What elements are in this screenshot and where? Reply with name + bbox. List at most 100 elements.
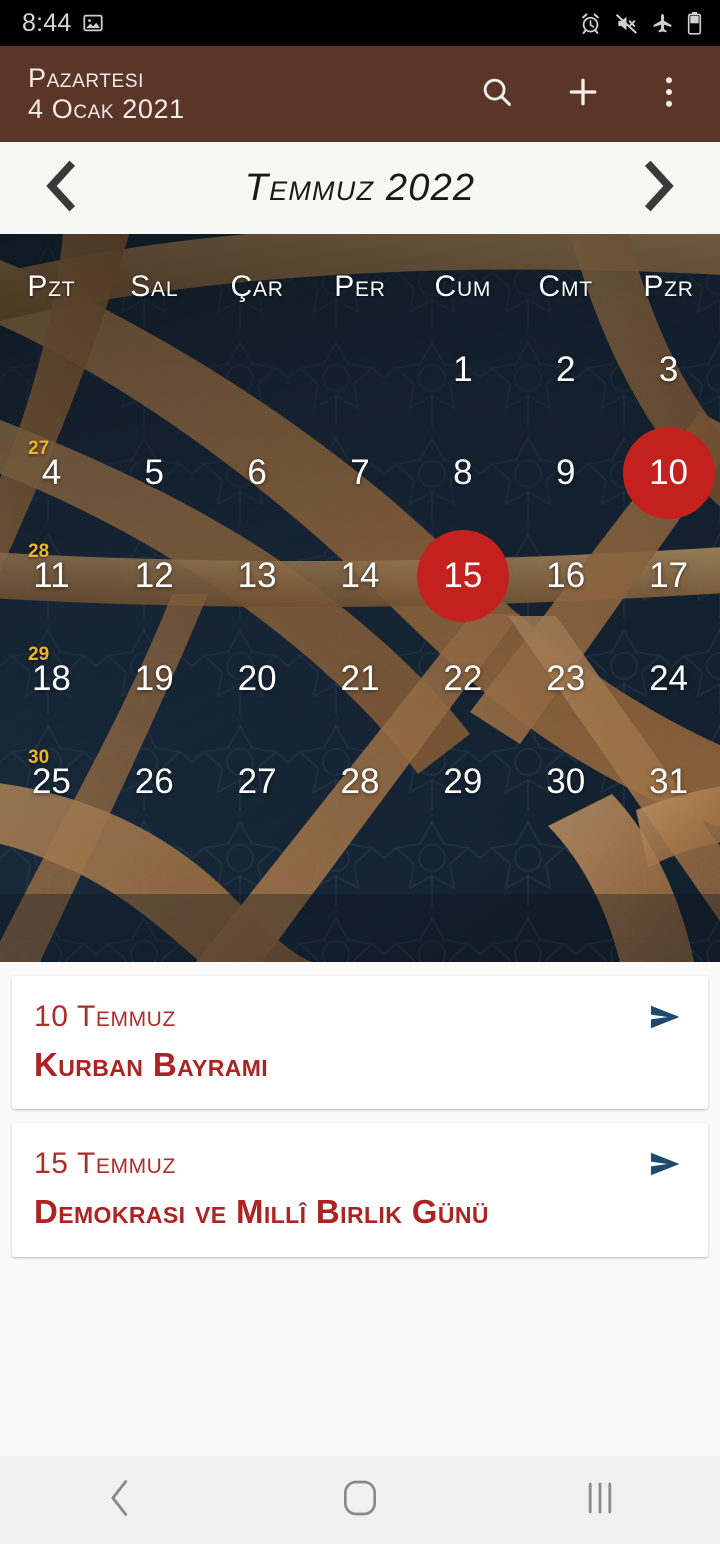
calendar-day-cell[interactable]: 5 xyxy=(103,421,206,524)
calendar-day-cell[interactable]: 24 xyxy=(617,627,720,730)
calendar-day-cell-empty xyxy=(309,318,412,421)
dow-pzt: Pzt xyxy=(27,270,76,303)
calendar-day-cell[interactable]: 27 xyxy=(206,730,309,833)
overflow-menu-button[interactable] xyxy=(646,71,692,117)
calendar-day-cell[interactable]: 27 4 xyxy=(0,421,103,524)
calendar-day-cell[interactable]: 26 xyxy=(103,730,206,833)
status-bar-left: 8:44 xyxy=(22,10,104,36)
calendar-day-number: 7 xyxy=(350,453,370,492)
dow-pzr: Pzr xyxy=(643,270,694,303)
calendar-day-cell[interactable]: 2 xyxy=(514,318,617,421)
calendar-day-cell[interactable]: 1 xyxy=(411,318,514,421)
calendar-day-number: 2 xyxy=(555,350,576,389)
nav-back-button[interactable] xyxy=(60,1456,180,1544)
calendar-day-cell[interactable]: 31 xyxy=(617,730,720,833)
next-month-button[interactable] xyxy=(632,158,686,218)
event-title: Kurban Bayramı xyxy=(34,1046,269,1083)
calendar-day-cell-empty xyxy=(0,318,103,421)
calendar-day-cell[interactable]: 10 xyxy=(617,421,720,524)
month-title: Temmuz 2022 xyxy=(244,167,476,209)
calendar-day-cell[interactable]: 3 xyxy=(617,318,720,421)
calendar-day-number: 29 xyxy=(443,762,483,801)
app-bar-date: 4 Ocak 2021 xyxy=(28,93,185,124)
calendar-week-row: 30 25 26 27 28 29 30 31 xyxy=(0,730,720,833)
calendar-day-cell[interactable]: 29 18 xyxy=(0,627,103,730)
calendar-day-cell[interactable]: 16 xyxy=(514,524,617,627)
calendar-day-number: 17 xyxy=(649,556,689,595)
calendar-day-cell[interactable]: 21 xyxy=(309,627,412,730)
calendar-day-number: 18 xyxy=(31,659,71,698)
calendar-day-cell[interactable]: 13 xyxy=(206,524,309,627)
calendar-day-number: 12 xyxy=(134,556,174,595)
calendar-day-number: 4 xyxy=(41,453,62,492)
calendar-day-number: 6 xyxy=(247,453,267,492)
calendar-day-cell[interactable]: 7 xyxy=(309,421,412,524)
calendar-day-number: 16 xyxy=(546,556,586,595)
app-bar-title-group: Pazartesi 4 Ocak 2021 xyxy=(28,64,474,123)
calendar-grid: Pzt Sal Çar Per Cum Cmt Pzr 1 2 3 27 4 5 6 7 8 9 1… xyxy=(0,234,720,962)
calendar-content: Pzt Sal Çar Per Cum Cmt Pzr 1 2 3 27 4 5 6 7 8 9 1… xyxy=(0,234,720,962)
calendar-week-row: 1 2 3 xyxy=(0,318,720,421)
calendar-week-rows: 1 2 3 27 4 5 6 7 8 9 10 28 11 12 13 14 15 16 17 29 18 19 20 21 2… xyxy=(0,318,720,833)
calendar-day-cell[interactable]: 8 xyxy=(411,421,514,524)
system-navigation-bar xyxy=(0,1456,720,1544)
dow-cum: Cum xyxy=(434,270,492,303)
calendar-day-number: 15 xyxy=(443,556,483,595)
calendar-day-number: 28 xyxy=(340,762,380,801)
battery-icon xyxy=(687,11,702,35)
calendar-day-number: 21 xyxy=(340,659,380,698)
nav-recents-button[interactable] xyxy=(540,1456,660,1544)
home-square-icon xyxy=(342,1478,378,1523)
previous-month-button[interactable] xyxy=(34,158,88,218)
month-navigation-bar: Temmuz 2022 xyxy=(0,142,720,234)
event-open-button[interactable] xyxy=(646,1149,686,1183)
send-arrow-icon xyxy=(648,1149,684,1184)
image-icon xyxy=(82,12,104,34)
calendar-day-cell[interactable]: 28 11 xyxy=(0,524,103,627)
calendar-day-number: 10 xyxy=(649,453,689,492)
calendar-day-number: 1 xyxy=(453,350,473,389)
calendar-day-cell[interactable]: 22 xyxy=(411,627,514,730)
calendar-day-cell[interactable]: 28 xyxy=(309,730,412,833)
more-vertical-icon xyxy=(655,74,683,115)
dow-car: Çar xyxy=(230,270,284,303)
chevron-right-icon xyxy=(638,160,680,217)
status-bar: 8:44 xyxy=(0,0,720,46)
calendar-day-number: 13 xyxy=(237,556,277,595)
calendar-day-number: 22 xyxy=(443,659,483,698)
calendar-day-cell[interactable]: 19 xyxy=(103,627,206,730)
alarm-icon xyxy=(579,12,602,35)
app-bar: Pazartesi 4 Ocak 2021 xyxy=(0,46,720,142)
send-arrow-icon xyxy=(648,1002,684,1037)
chevron-left-icon xyxy=(105,1478,135,1523)
nav-home-button[interactable] xyxy=(300,1456,420,1544)
add-button[interactable] xyxy=(560,71,606,117)
calendar-day-number: 11 xyxy=(33,556,70,595)
status-bar-right xyxy=(579,11,702,35)
calendar-day-cell[interactable]: 6 xyxy=(206,421,309,524)
event-card[interactable]: 15 Temmuz Demokrasi ve Millî Birlik Günü xyxy=(12,1123,708,1257)
calendar-day-number: 3 xyxy=(658,350,679,389)
event-date: 15 Temmuz xyxy=(34,1147,176,1181)
calendar-day-cell[interactable]: 29 xyxy=(411,730,514,833)
calendar-day-number: 27 xyxy=(237,762,277,801)
event-card[interactable]: 10 Temmuz Kurban Bayramı xyxy=(12,976,708,1110)
calendar-day-cell[interactable]: 23 xyxy=(514,627,617,730)
calendar-day-number: 14 xyxy=(340,556,380,595)
calendar-day-cell[interactable]: 12 xyxy=(103,524,206,627)
dow-per: Per xyxy=(334,270,386,303)
airplane-icon xyxy=(651,12,674,35)
calendar-day-number: 23 xyxy=(546,659,586,698)
calendar-day-cell[interactable]: 15 xyxy=(411,524,514,627)
calendar-day-cell[interactable]: 30 25 xyxy=(0,730,103,833)
calendar-day-cell[interactable]: 20 xyxy=(206,627,309,730)
search-button[interactable] xyxy=(474,71,520,117)
search-icon xyxy=(479,74,515,115)
calendar-day-cell[interactable]: 9 xyxy=(514,421,617,524)
calendar-day-cell[interactable]: 14 xyxy=(309,524,412,627)
calendar-day-cell[interactable]: 30 xyxy=(514,730,617,833)
app-bar-weekday: Pazartesi xyxy=(28,63,144,94)
calendar-day-number: 19 xyxy=(134,659,174,698)
calendar-day-cell[interactable]: 17 xyxy=(617,524,720,627)
event-open-button[interactable] xyxy=(646,1002,686,1036)
